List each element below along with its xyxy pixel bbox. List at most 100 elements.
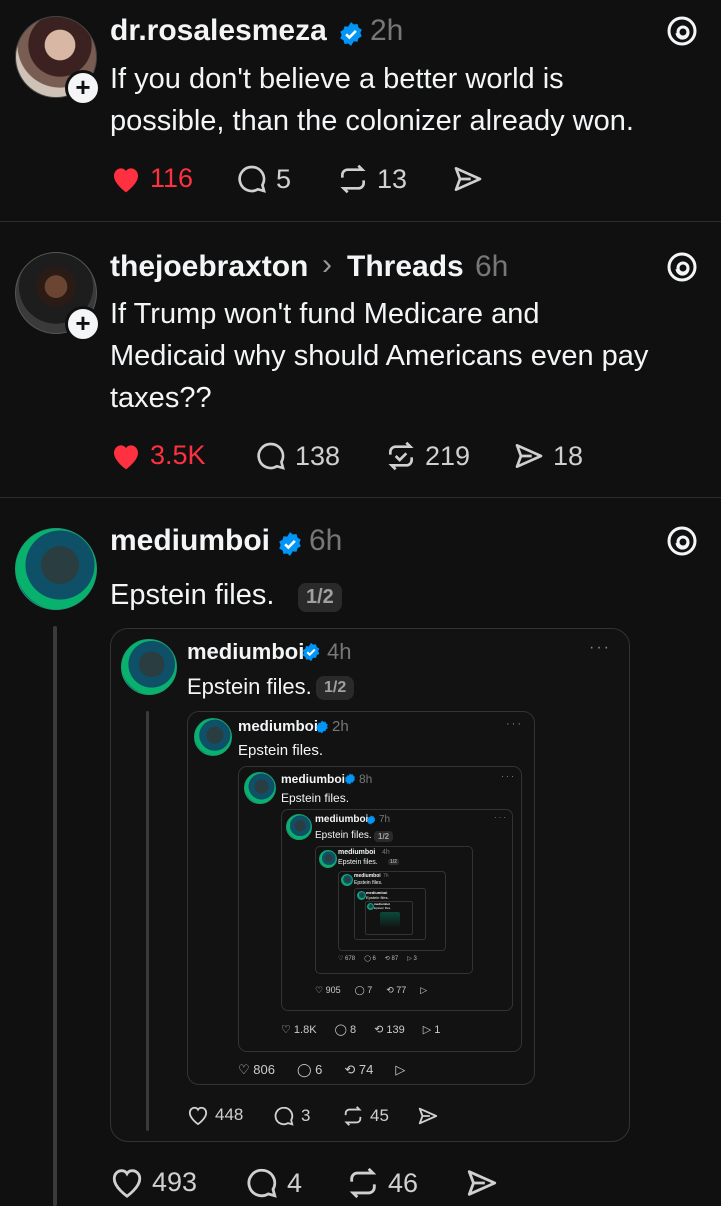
quoted-post[interactable]: mediumboi 4h ··· Epstein files. 1/2 medi… — [110, 628, 630, 1142]
share-button[interactable]: ▷ 1 — [423, 1023, 441, 1036]
context-link[interactable]: Threads — [347, 250, 464, 284]
like-button[interactable]: ♡ 806 — [238, 1062, 275, 1078]
username[interactable]: mediumboi — [315, 814, 368, 825]
reply-button[interactable]: 5 — [236, 163, 291, 195]
repost-button[interactable]: ⟲ 77 — [386, 985, 406, 996]
like-count: 1.8K — [293, 1024, 317, 1036]
threads-icon[interactable] — [665, 250, 699, 284]
reply-button[interactable]: ◯ 6 — [297, 1062, 322, 1078]
quoted-post[interactable]: mediumboi 8h ··· Epstein files. mediumbo… — [238, 766, 522, 1052]
reply-button[interactable]: ◯ 7 — [355, 985, 373, 996]
more-icon[interactable]: ··· — [501, 771, 516, 781]
quoted-post[interactable]: mediumboi 7h ··· Epstein files. 1/2 medi… — [281, 809, 513, 1011]
context-chevron: › — [322, 248, 332, 281]
like-button[interactable]: 3.5K — [110, 440, 206, 471]
repost-icon — [388, 441, 414, 471]
repost-button[interactable]: 46 — [346, 1166, 418, 1200]
repost-button[interactable]: 13 — [337, 163, 407, 195]
reply-icon — [247, 1168, 277, 1198]
quoted-post[interactable]: mediumboi 2h ··· Epstein files. mediumbo… — [187, 711, 535, 1085]
avatar — [244, 772, 276, 804]
more-icon[interactable]: ··· — [589, 639, 611, 657]
like-count: 3.5K — [150, 440, 206, 470]
like-button[interactable]: 116 — [110, 163, 193, 194]
reply-count: 7 — [367, 985, 373, 995]
repost-button[interactable]: 45 — [342, 1105, 389, 1127]
like-button[interactable]: 448 — [187, 1105, 243, 1125]
verified-icon — [302, 642, 320, 662]
username[interactable]: mediumboi — [187, 639, 304, 665]
username[interactable]: mediumboi — [110, 524, 270, 558]
action-bar: ♡ 1.8K ◯ 8 ⟲ 139 ▷ 1 — [281, 1023, 440, 1036]
like-button[interactable]: ♡ 678 — [338, 955, 355, 962]
post-text: Epstein files. — [110, 579, 275, 611]
share-icon — [515, 444, 543, 468]
quoted-post[interactable]: mediumboi Epstein files. — [365, 901, 413, 935]
post-text: Epstein files. — [374, 906, 392, 910]
post-text: If Trump won't fund Medicare and Medicai… — [110, 293, 710, 419]
username[interactable]: dr.rosalesmeza — [110, 14, 327, 48]
repost-count: 139 — [386, 1024, 405, 1036]
reply-count: 5 — [276, 163, 292, 194]
reply-button[interactable]: 138 — [255, 440, 340, 472]
quoted-post[interactable]: mediumboi Epstein files. mediumboi Epste… — [354, 888, 426, 940]
reply-button[interactable]: 4 — [245, 1166, 302, 1200]
username[interactable]: mediumboi — [338, 849, 375, 856]
heart-icon — [112, 1169, 142, 1198]
reply-button[interactable]: ◯ 8 — [335, 1023, 357, 1036]
post-text: If you don't believe a better world is p… — [110, 58, 710, 142]
nested-thread-fade — [380, 912, 400, 928]
repost-count: 77 — [396, 985, 407, 995]
share-button[interactable] — [465, 1166, 499, 1200]
threads-icon[interactable] — [665, 524, 699, 558]
threads-icon[interactable] — [665, 14, 699, 48]
avatar[interactable] — [15, 528, 97, 610]
share-count: 18 — [553, 440, 584, 471]
share-button[interactable]: ▷ — [420, 985, 427, 996]
like-button[interactable]: ♡ 1.8K — [281, 1023, 317, 1036]
follow-plus-icon[interactable]: + — [65, 70, 101, 106]
reply-count: 4 — [287, 1167, 303, 1198]
reply-button[interactable]: ◯ 6 — [364, 955, 376, 962]
share-button[interactable]: ▷ 3 — [407, 955, 417, 962]
username[interactable]: mediumboi — [354, 873, 381, 879]
share-icon — [418, 1107, 438, 1125]
share-icon — [454, 167, 482, 191]
post-1[interactable]: + dr.rosalesmeza 2h If you don't believe… — [0, 0, 721, 221]
share-button[interactable]: ▷ — [395, 1062, 405, 1078]
post-time: 7h — [379, 814, 391, 825]
like-count: 678 — [345, 956, 356, 962]
like-button[interactable]: ♡ 905 — [315, 985, 341, 996]
reply-icon — [257, 442, 285, 470]
quoted-post[interactable]: mediumboi 4h Epstein files. 1/2 mediumbo… — [315, 846, 473, 974]
reply-count: 138 — [295, 440, 341, 471]
post-text-line: Medicaid why should Americans even pay — [110, 340, 649, 372]
like-button[interactable]: 493 — [110, 1166, 197, 1198]
username[interactable]: mediumboi — [238, 718, 318, 735]
avatar — [286, 814, 312, 840]
repost-icon — [340, 164, 366, 194]
post-text-line: If Trump won't fund Medicare and — [110, 298, 540, 330]
more-icon[interactable]: ··· — [494, 813, 508, 822]
repost-button[interactable]: 219 — [385, 440, 470, 472]
repost-button[interactable]: ⟲ 87 — [385, 955, 398, 962]
share-button[interactable] — [417, 1105, 439, 1127]
reply-button[interactable]: 3 — [273, 1105, 310, 1127]
post-2[interactable]: + thejoebraxton › Threads 6h If Trump wo… — [0, 222, 721, 497]
page-badge: 1/2 — [298, 583, 342, 612]
post-text: Epstein files. — [338, 859, 378, 866]
post-time: 8h — [359, 772, 373, 786]
post-3[interactable]: mediumboi 6h Epstein files. 1/2 mediumbo… — [0, 498, 721, 1206]
follow-plus-icon[interactable]: + — [65, 306, 101, 342]
thread-line — [146, 711, 149, 1131]
share-button[interactable]: 18 — [513, 440, 583, 472]
quoted-post[interactable]: mediumboi 7h Epstein files. mediumboi Ep… — [338, 871, 446, 951]
repost-button[interactable]: ⟲ 74 — [344, 1062, 373, 1078]
repost-button[interactable]: ⟲ 139 — [374, 1023, 405, 1036]
share-icon — [467, 1170, 497, 1196]
more-icon[interactable]: ··· — [506, 718, 523, 730]
share-button[interactable] — [452, 163, 484, 195]
username[interactable]: mediumboi — [281, 772, 345, 786]
heart-icon — [188, 1106, 208, 1125]
username[interactable]: thejoebraxton — [110, 250, 308, 284]
